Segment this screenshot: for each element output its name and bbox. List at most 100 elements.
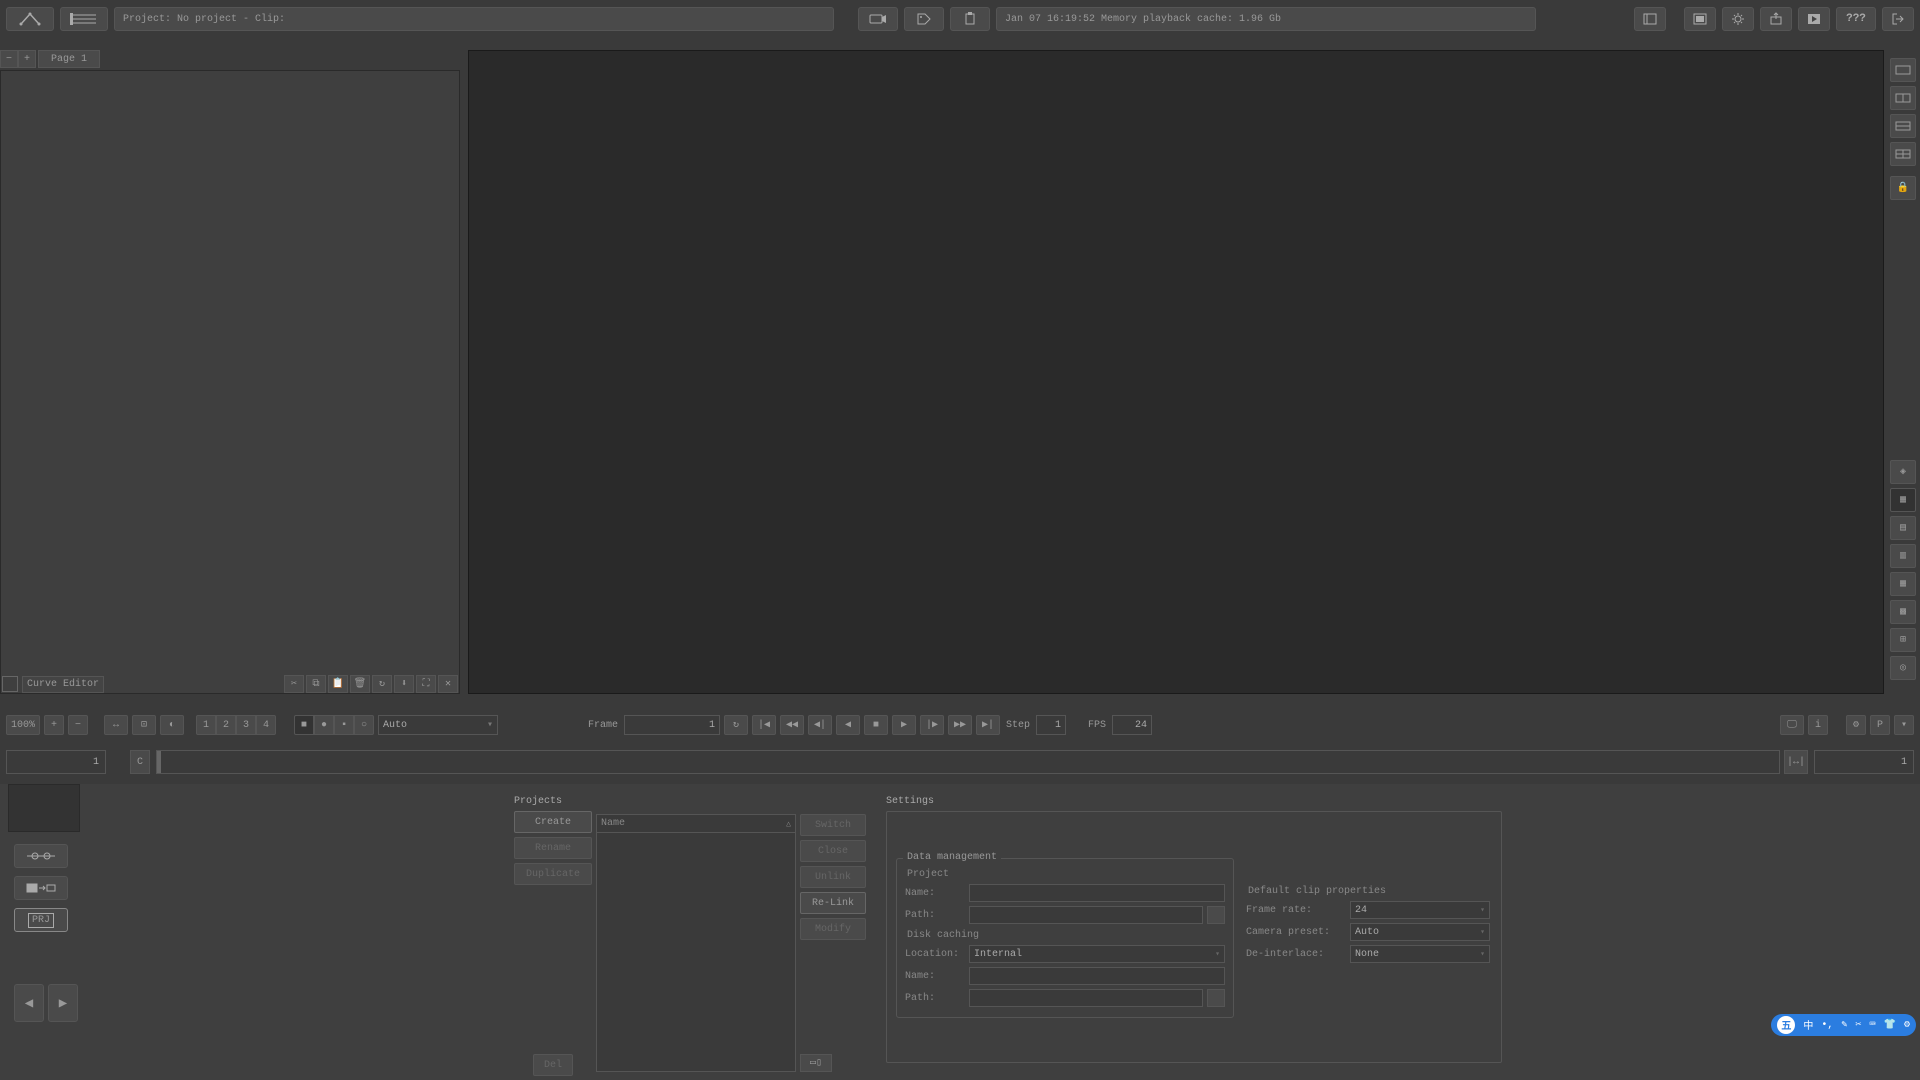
curve-editor-checkbox[interactable] [2,676,18,692]
help-button[interactable]: ??? [1836,7,1876,31]
node-icon-1[interactable] [14,844,68,868]
fit-button[interactable]: ⊡ [132,715,156,735]
settings-button[interactable] [1722,7,1754,31]
next-frame-button[interactable]: |▶ [920,715,944,735]
project-path-browse[interactable] [1207,906,1225,924]
project-name-input[interactable] [969,884,1225,902]
grid-icon-3[interactable]: ▥ [1890,544,1916,568]
timeline-c-button[interactable]: C [130,750,150,774]
delete-button[interactable]: Del [533,1054,573,1076]
deinterlace-select[interactable]: None [1350,945,1490,963]
switch-button[interactable]: Switch [800,814,866,836]
panel-toggle-2[interactable] [1684,7,1716,31]
grid-icon-1[interactable]: ▦ [1890,488,1916,512]
projects-list[interactable]: Name [596,814,796,1072]
target-icon[interactable]: ◎ [1890,656,1916,680]
view-mode-4[interactable] [1890,142,1916,166]
copy-icon[interactable]: ⧉ [306,675,326,693]
grid-icon-2[interactable]: ▤ [1890,516,1916,540]
fps-input[interactable] [1112,715,1152,735]
cache-name-input[interactable] [969,967,1225,985]
location-select[interactable]: Internal [969,945,1225,963]
app-menu-button[interactable] [6,7,54,31]
ime-logo[interactable]: 五 [1777,1016,1795,1034]
frame-input[interactable] [624,715,720,735]
frame-rate-select[interactable]: 24 [1350,901,1490,919]
display-mode-select[interactable]: Auto [378,715,498,735]
channel-alpha[interactable]: ▪ [334,715,354,735]
ime-item-1[interactable]: •, [1821,1020,1833,1031]
timeline-track[interactable] [156,750,1780,774]
monitor-button[interactable]: 🖵 [1780,715,1804,735]
play-button[interactable] [1798,7,1830,31]
ime-item-2[interactable]: ✎ [1841,1019,1847,1031]
forward-button[interactable]: ▶▶ [948,715,972,735]
timeline-start-input[interactable] [6,750,106,774]
camera-button[interactable] [858,7,898,31]
expand-icon[interactable]: ⛶ [416,675,436,693]
loop-button[interactable]: ↻ [724,715,748,735]
page-remove-button[interactable]: − [0,50,18,68]
grid-icon-5[interactable]: ▩ [1890,600,1916,624]
step-input[interactable] [1036,715,1066,735]
mark-2[interactable]: 2 [216,715,236,735]
paste-icon[interactable]: 📋 [328,675,348,693]
page-tab-1[interactable]: Page 1 [38,50,100,68]
node-graph-area[interactable] [0,70,460,694]
mask-button[interactable]: ◐ [160,715,184,735]
relink-button[interactable]: Re-Link [800,892,866,914]
node-icon-2[interactable] [14,876,68,900]
panel-toggle-1[interactable] [1634,7,1666,31]
go-start-button[interactable]: |◀ [752,715,776,735]
projects-view-toggle[interactable]: ▭▯ [800,1054,832,1072]
camera-preset-select[interactable]: Auto [1350,923,1490,941]
mark-1[interactable]: 1 [196,715,216,735]
stop-button[interactable]: ■ [864,715,888,735]
ime-item-6[interactable]: ⚙ [1904,1019,1910,1031]
p-button[interactable]: P [1870,715,1890,735]
modify-button[interactable]: Modify [800,918,866,940]
unlink-button[interactable]: Unlink [800,866,866,888]
view-mode-1[interactable] [1890,58,1916,82]
download-icon[interactable]: ⬇ [394,675,414,693]
play-reverse-button[interactable]: ◀ [836,715,860,735]
zoom-out-button[interactable]: − [68,715,88,735]
lock-icon[interactable]: 🔒 [1890,176,1916,200]
project-path-input[interactable] [969,906,1203,924]
delete-icon[interactable]: 🗑 [350,675,370,693]
duplicate-button[interactable]: Duplicate [514,863,592,885]
ime-item-3[interactable]: ✂ [1855,1019,1861,1031]
nav-forward-button[interactable]: ▶ [48,984,78,1022]
fit-width-button[interactable]: ↔ [104,715,128,735]
channel-rgb[interactable]: ■ [294,715,314,735]
refresh-icon[interactable]: ↻ [372,675,392,693]
ime-item-0[interactable]: 中 [1803,1017,1813,1033]
close-button[interactable]: Close [800,840,866,862]
preview-viewport[interactable] [468,50,1884,694]
ime-item-4[interactable]: ⌨ [1869,1019,1875,1031]
create-button[interactable]: Create [514,811,592,833]
node-icon-prj[interactable]: PRJ [14,908,68,932]
prev-frame-button[interactable]: ◀| [808,715,832,735]
cache-path-browse[interactable] [1207,989,1225,1007]
close-icon[interactable]: ✕ [438,675,458,693]
cache-path-input[interactable] [969,989,1203,1007]
rewind-button[interactable]: ◀◀ [780,715,804,735]
mark-3[interactable]: 3 [236,715,256,735]
cut-icon[interactable]: ✂ [284,675,304,693]
grid-icon-6[interactable]: ⊞ [1890,628,1916,652]
projects-list-header[interactable]: Name [597,815,795,833]
nav-back-button[interactable]: ◀ [14,984,44,1022]
page-add-button[interactable]: + [18,50,36,68]
channel-none[interactable]: ○ [354,715,374,735]
rename-button[interactable]: Rename [514,837,592,859]
zoom-in-button[interactable]: + [44,715,64,735]
channel-luma[interactable]: ● [314,715,334,735]
mark-4[interactable]: 4 [256,715,276,735]
logout-button[interactable] [1882,7,1914,31]
view-mode-3[interactable] [1890,114,1916,138]
layer-icon[interactable]: ◈ [1890,460,1916,484]
dropdown-button[interactable]: ▾ [1894,715,1914,735]
ime-item-5[interactable]: 👕 [1884,1019,1896,1031]
tag-button[interactable] [904,7,944,31]
